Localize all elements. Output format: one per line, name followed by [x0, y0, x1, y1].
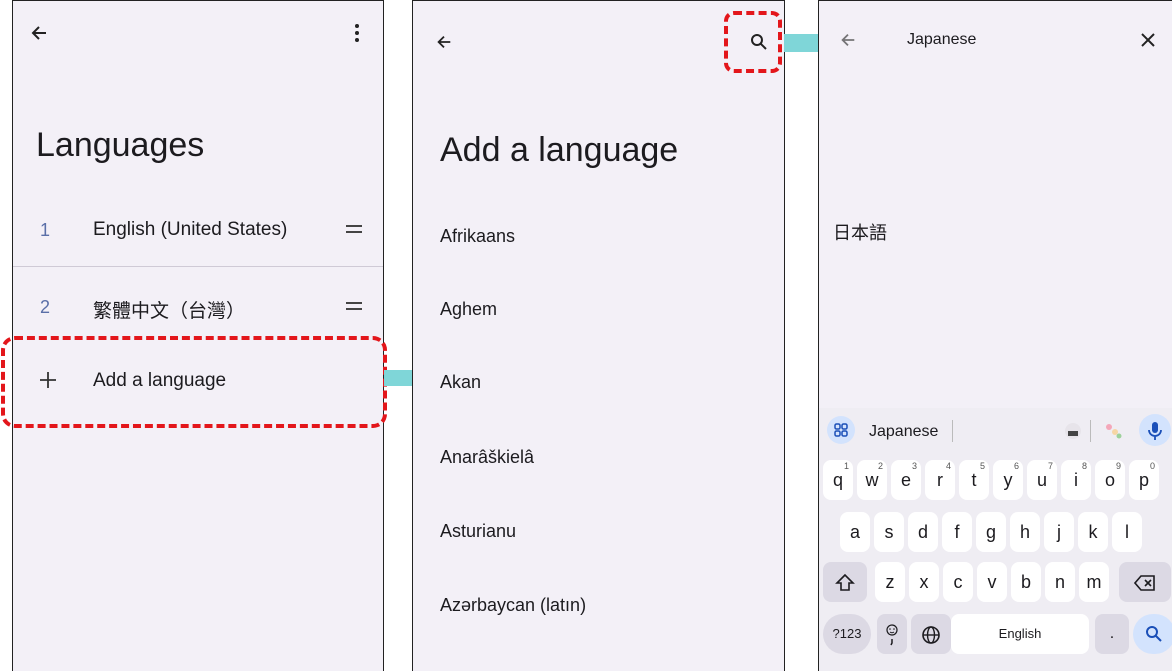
page-title: Languages — [36, 126, 205, 164]
key-r[interactable]: r4 — [925, 460, 955, 500]
key-hint: 8 — [1081, 461, 1087, 471]
key-hint: 2 — [877, 461, 883, 471]
key-z[interactable]: z — [875, 562, 905, 602]
key-q[interactable]: q1 — [823, 460, 853, 500]
language-option[interactable]: Azərbaycan (latın) — [440, 595, 586, 616]
key-c[interactable]: c — [943, 562, 973, 602]
divider — [952, 420, 953, 442]
language-index: 1 — [40, 220, 51, 240]
add-language-screen: Add a language Afrikaans Aghem Akan Anar… — [412, 0, 785, 671]
emoji-key[interactable] — [877, 614, 907, 654]
key-label: i — [1074, 470, 1078, 490]
emoji-icon[interactable] — [1103, 421, 1123, 446]
divider — [13, 266, 383, 267]
mic-icon[interactable] — [1139, 414, 1171, 446]
space-key[interactable]: English — [951, 614, 1089, 654]
key-a[interactable]: a — [840, 512, 870, 552]
key-label: w — [865, 470, 879, 490]
key-n[interactable]: n — [1045, 562, 1075, 602]
key-v[interactable]: v — [977, 562, 1007, 602]
key-label: e — [900, 470, 911, 490]
close-icon[interactable] — [1141, 33, 1155, 52]
drag-handle-icon[interactable] — [345, 293, 363, 319]
drag-handle-icon[interactable] — [345, 216, 363, 242]
back-arrow-icon[interactable] — [29, 23, 49, 48]
key-u[interactable]: u7 — [1027, 460, 1057, 500]
back-arrow-icon[interactable] — [839, 31, 857, 54]
key-hint: 0 — [1149, 461, 1155, 471]
key-j[interactable]: j — [1044, 512, 1074, 552]
divider — [1090, 420, 1091, 442]
language-option[interactable]: Anarâškielâ — [440, 447, 534, 468]
symbols-key[interactable]: ?123 — [823, 614, 871, 654]
key-label: o — [1104, 470, 1115, 490]
key-p[interactable]: p0 — [1129, 460, 1159, 500]
key-s[interactable]: s — [874, 512, 904, 552]
key-w[interactable]: w2 — [857, 460, 887, 500]
key-label: p — [1138, 470, 1149, 490]
suggestion-bar: Japanese — [819, 408, 1172, 454]
key-hint: 3 — [911, 461, 917, 471]
language-index: 2 — [40, 297, 51, 317]
key-d[interactable]: d — [908, 512, 938, 552]
more-vert-icon[interactable] — [354, 23, 360, 48]
key-t[interactable]: t5 — [959, 460, 989, 500]
key-l[interactable]: l — [1112, 512, 1142, 552]
key-label: q — [832, 470, 843, 490]
search-input[interactable]: Japanese — [907, 31, 976, 49]
key-m[interactable]: m — [1079, 562, 1109, 602]
key-label: y — [1003, 470, 1013, 490]
key-h[interactable]: h — [1010, 512, 1040, 552]
key-i[interactable]: i8 — [1061, 460, 1091, 500]
sticker-icon[interactable] — [1063, 421, 1083, 446]
key-hint: 7 — [1047, 461, 1053, 471]
key-hint: 4 — [945, 461, 951, 471]
key-y[interactable]: y6 — [993, 460, 1023, 500]
back-arrow-icon[interactable] — [435, 33, 453, 56]
language-item-chinese[interactable]: 繁體中文（台灣） — [93, 296, 245, 323]
language-option[interactable]: Asturianu — [440, 521, 516, 542]
period-key[interactable]: . — [1095, 614, 1129, 654]
key-hint: 6 — [1013, 461, 1019, 471]
key-b[interactable]: b — [1011, 562, 1041, 602]
globe-icon[interactable] — [911, 614, 951, 654]
apps-grid-icon[interactable] — [827, 416, 855, 444]
search-result[interactable]: 日本語 — [833, 219, 887, 245]
key-label: u — [1036, 470, 1047, 490]
key-hint: 1 — [843, 461, 849, 471]
key-f[interactable]: f — [942, 512, 972, 552]
language-item-english[interactable]: English (United States) — [93, 219, 287, 241]
language-option[interactable]: Akan — [440, 372, 481, 393]
key-x[interactable]: x — [909, 562, 939, 602]
highlight-box — [724, 11, 782, 73]
key-e[interactable]: e3 — [891, 460, 921, 500]
language-option[interactable]: Afrikaans — [440, 226, 515, 247]
language-option[interactable]: Aghem — [440, 299, 497, 320]
key-hint: 5 — [979, 461, 985, 471]
shift-icon[interactable] — [823, 562, 867, 602]
backspace-icon[interactable] — [1119, 562, 1171, 602]
key-k[interactable]: k — [1078, 512, 1108, 552]
key-label: t — [971, 470, 977, 490]
highlight-box — [1, 336, 387, 428]
search-screen: Japanese 日本語 Japanese q1 w2 e3 r4 t 5 y … — [818, 0, 1172, 671]
keyboard: Japanese q1 w2 e3 r4 t5 y6 u7 i8 o9 p0 a… — [819, 408, 1172, 671]
key-hint: 9 — [1115, 461, 1121, 471]
key-g[interactable]: g — [976, 512, 1006, 552]
key-label: r — [937, 470, 943, 490]
page-title: Add a language — [440, 131, 679, 169]
search-icon[interactable] — [1133, 614, 1172, 654]
suggestion-word[interactable]: Japanese — [869, 423, 938, 441]
key-o[interactable]: o9 — [1095, 460, 1125, 500]
